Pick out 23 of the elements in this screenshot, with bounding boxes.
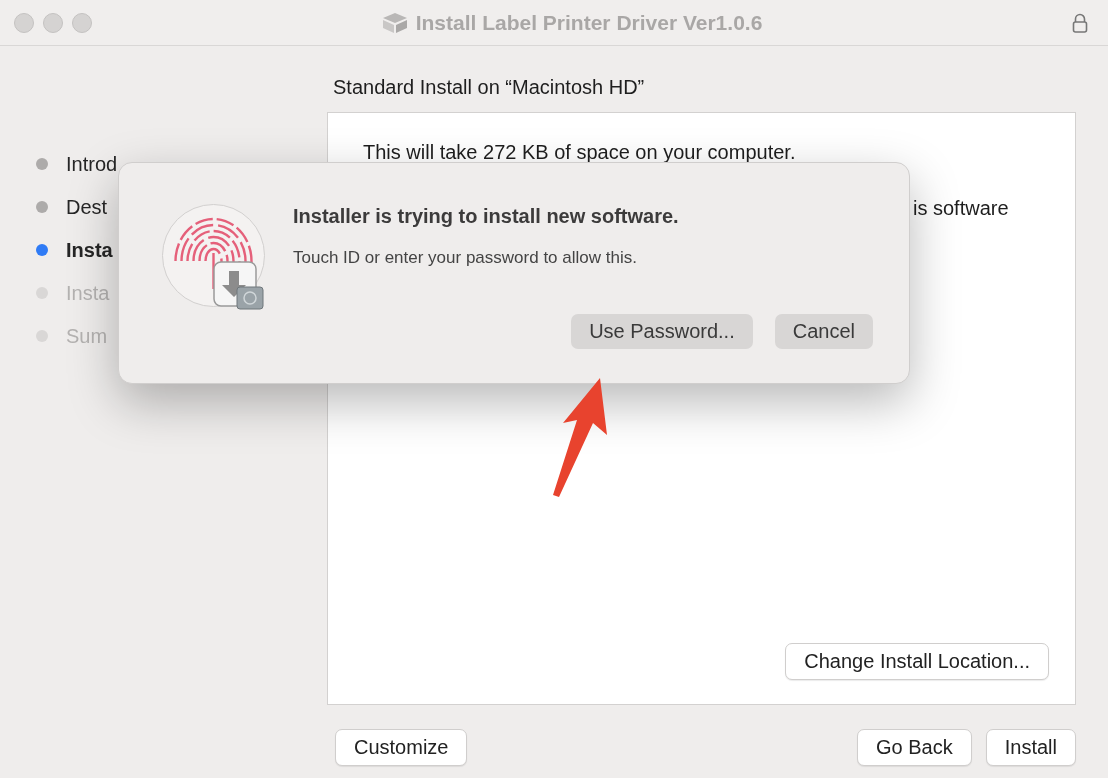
installer-badge-icon	[213, 261, 265, 311]
package-icon	[381, 11, 408, 34]
change-location-button[interactable]: Change Install Location...	[785, 643, 1049, 680]
footer-button[interactable]: Install	[985, 729, 1076, 766]
step-label: Sum	[66, 324, 108, 348]
step-label: Insta	[66, 238, 113, 262]
footer-button[interactable]: Go Back	[857, 729, 972, 766]
window-control-button[interactable]	[43, 12, 63, 33]
window-control-button[interactable]	[72, 12, 92, 33]
dialog-button[interactable]: Use Password...	[571, 314, 753, 349]
info-text: is software	[913, 197, 1010, 220]
step-label: Dest	[66, 195, 108, 219]
step-label: Introd	[66, 152, 118, 176]
info-text: This will take 272 KB of space on your computer.	[363, 141, 797, 164]
dialog-title: Installer is trying to install new software.	[293, 205, 680, 228]
lock-icon	[1072, 12, 1088, 33]
footer-button[interactable]: Customize	[335, 729, 468, 766]
window-title: Install Label Printer Driver Ver1.0.6	[415, 10, 763, 35]
dialog-button[interactable]: Cancel	[774, 314, 873, 349]
dialog-message: Touch ID or enter your password to allow this.	[293, 248, 638, 268]
window-control-button[interactable]	[14, 12, 34, 33]
install-heading: Standard Install on “Macintosh HD”	[332, 75, 646, 100]
step-label: Insta	[66, 281, 110, 305]
